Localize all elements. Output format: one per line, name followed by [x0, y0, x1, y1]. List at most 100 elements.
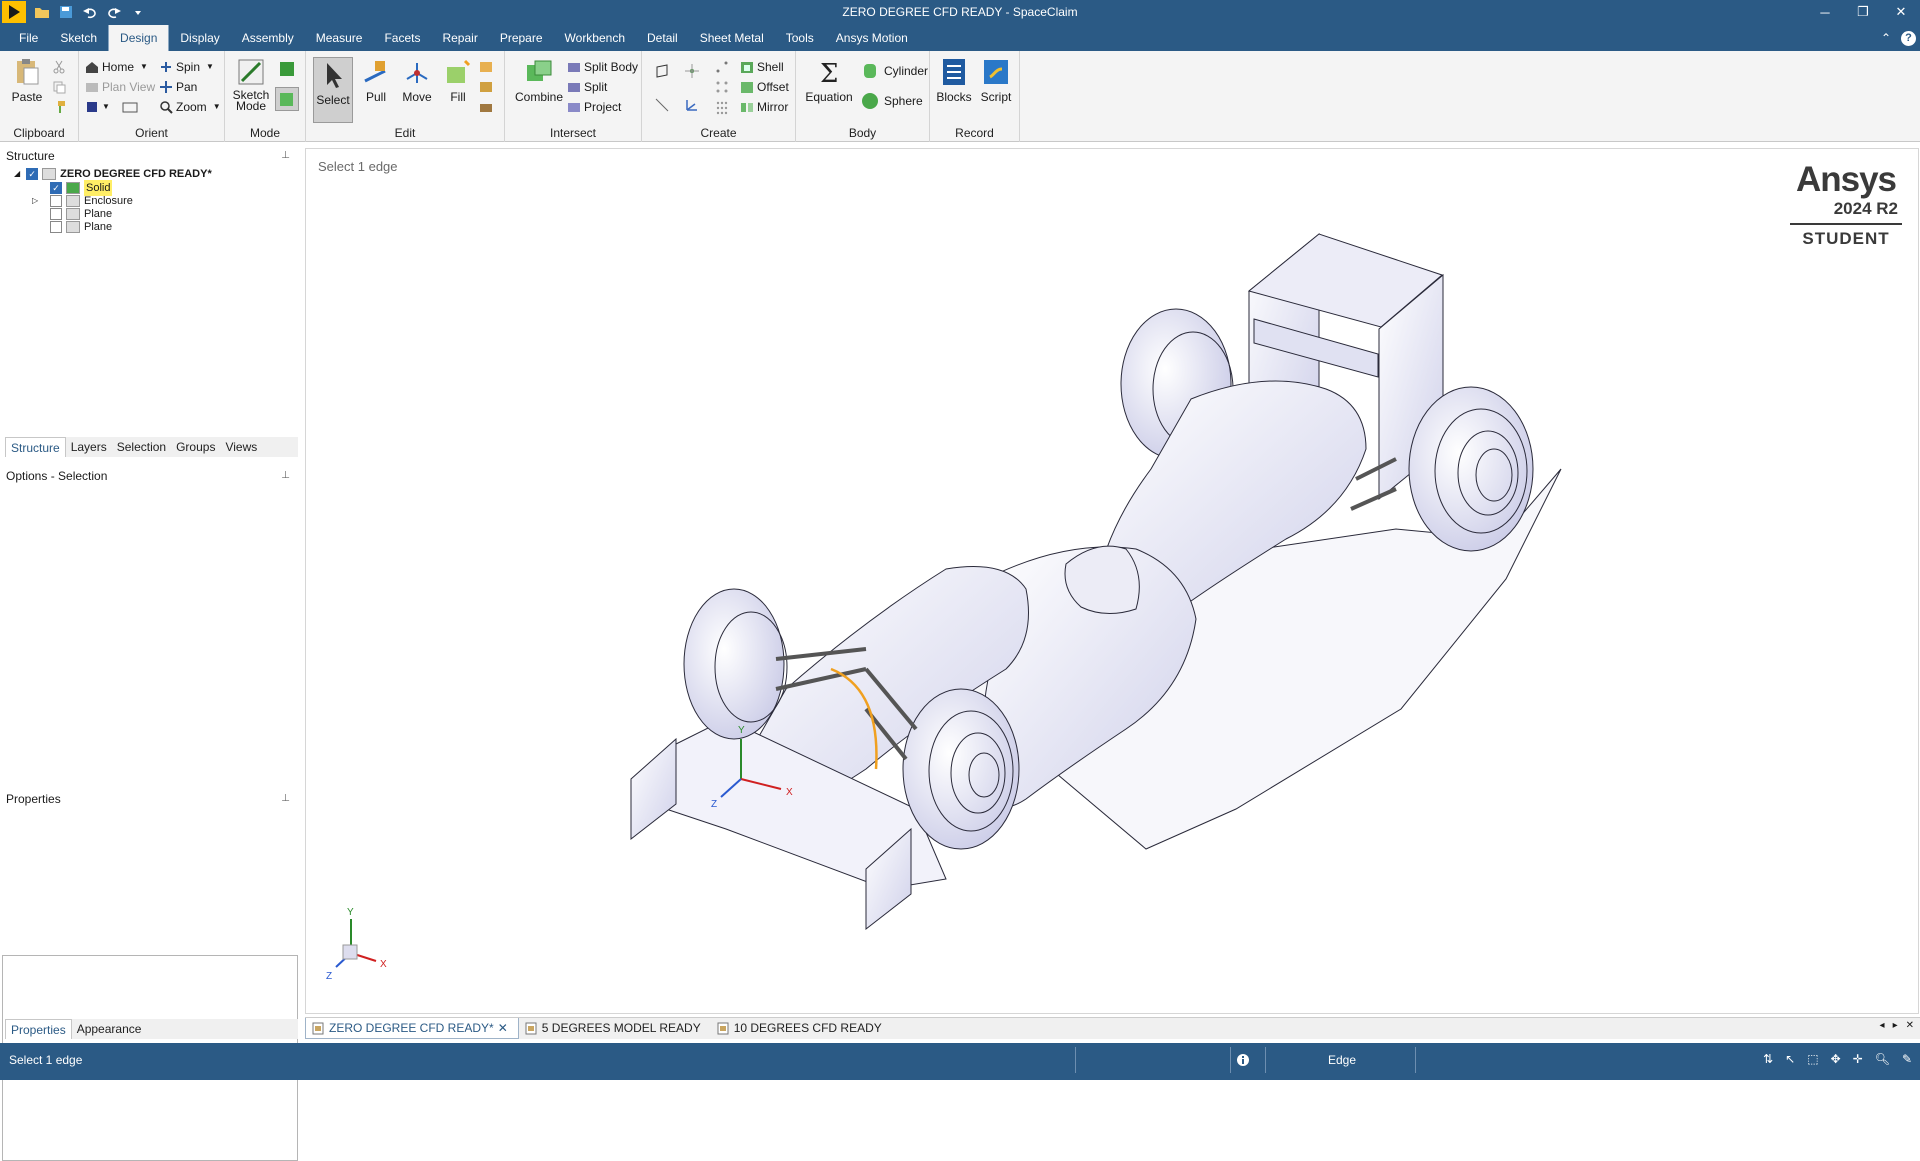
document-tab[interactable]: ZERO DEGREE CFD READY* ✕: [305, 1018, 519, 1039]
grid-pattern-icon[interactable]: [714, 97, 730, 117]
menu-tab-facets[interactable]: Facets: [373, 25, 431, 51]
sketch-mode-button[interactable]: Sketch Mode: [229, 55, 273, 115]
close-document-icon[interactable]: ✕: [1906, 1020, 1914, 1031]
pattern-tool-icon[interactable]: [714, 77, 730, 97]
zoom-status-icon[interactable]: 🔍︎: [1875, 1052, 1890, 1066]
blocks-button[interactable]: Blocks: [934, 55, 974, 115]
pin-icon[interactable]: ⊥: [281, 147, 290, 165]
plane-tool-icon[interactable]: [714, 57, 730, 77]
project-button[interactable]: Project: [567, 97, 621, 117]
menu-tab-sheet-metal[interactable]: Sheet Metal: [689, 25, 775, 51]
menu-tab-assembly[interactable]: Assembly: [231, 25, 305, 51]
offset-button[interactable]: Offset: [740, 77, 789, 97]
edit-tool-3-icon[interactable]: [478, 97, 494, 117]
collapse-arrow-icon[interactable]: ◢: [14, 166, 20, 182]
visibility-checkbox[interactable]: ✓: [26, 168, 39, 180]
f1-car-model[interactable]: Y X Z Y X Z: [306, 149, 1918, 1013]
menu-tab-display[interactable]: Display: [169, 25, 230, 51]
panel-tab-layers[interactable]: Layers: [66, 437, 112, 457]
tree-item[interactable]: Plane: [50, 219, 112, 235]
menu-tab-workbench[interactable]: Workbench: [554, 25, 636, 51]
help-icon[interactable]: ?: [1901, 30, 1916, 46]
panel-tab-groups[interactable]: Groups: [171, 437, 220, 457]
pan-status-icon[interactable]: ✛: [1853, 1052, 1863, 1066]
box-select-icon[interactable]: ⬚: [1807, 1052, 1818, 1066]
combine-button[interactable]: Combine: [509, 55, 569, 115]
pin-icon[interactable]: ⊥: [281, 790, 290, 808]
fill-button[interactable]: Fill: [436, 55, 480, 115]
close-tab-icon[interactable]: ✕: [498, 1018, 508, 1039]
zoom-button[interactable]: Zoom ▼: [159, 97, 221, 117]
menu-tab-prepare[interactable]: Prepare: [489, 25, 554, 51]
menu-tab-measure[interactable]: Measure: [305, 25, 374, 51]
view-orientation-triad[interactable]: Y X Z: [326, 907, 387, 982]
expand-arrow-icon[interactable]: ▷: [32, 193, 38, 209]
redo-icon[interactable]: [102, 1, 126, 23]
pull-button[interactable]: Pull: [354, 55, 398, 115]
open-icon[interactable]: [30, 1, 54, 23]
3d-mode-icon[interactable]: [275, 87, 299, 111]
select-cursor-icon[interactable]: ↖: [1785, 1052, 1795, 1066]
mirror-button[interactable]: Mirror: [740, 97, 788, 117]
panel-tab-selection[interactable]: Selection: [112, 437, 171, 457]
select-button[interactable]: Select: [313, 57, 353, 123]
customize-toolbar-icon[interactable]: [126, 1, 150, 23]
plan-view-button[interactable]: Plan View: [85, 77, 155, 97]
rectangle-tool-icon[interactable]: [654, 61, 670, 81]
tab-scroll-left-icon[interactable]: ◂: [1880, 1020, 1885, 1031]
line-tool-icon[interactable]: [654, 95, 670, 115]
view-cube-button[interactable]: ▼: [85, 97, 138, 117]
panel-tab-appearance[interactable]: Appearance: [72, 1019, 147, 1039]
shell-button[interactable]: Shell: [740, 57, 784, 77]
save-icon[interactable]: [54, 1, 78, 23]
spin-button[interactable]: Spin ▼: [159, 57, 214, 77]
document-tab[interactable]: 5 DEGREES MODEL READY: [519, 1018, 711, 1039]
paste-button[interactable]: Paste: [5, 55, 49, 115]
graphics-viewport[interactable]: Select 1 edge Ansys 2024 R2 STUDENT Y X …: [305, 148, 1919, 1014]
split-button[interactable]: Split: [567, 77, 607, 97]
undo-icon[interactable]: [78, 1, 102, 23]
axis-tool-icon[interactable]: [684, 95, 700, 115]
menu-tab-ansys-motion[interactable]: Ansys Motion: [825, 25, 919, 51]
section-mode-icon[interactable]: [277, 59, 297, 79]
document-tab[interactable]: 10 DEGREES CFD READY: [711, 1018, 892, 1039]
move-button[interactable]: Move: [395, 55, 439, 115]
select-filter-icon[interactable]: ⇅: [1763, 1052, 1773, 1066]
panel-tab-structure[interactable]: Structure: [5, 437, 66, 457]
menu-tab-sketch[interactable]: Sketch: [49, 25, 108, 51]
panel-tab-properties[interactable]: Properties: [5, 1019, 72, 1039]
script-button[interactable]: Script: [976, 55, 1016, 115]
edit-group-label: Edit: [394, 126, 416, 140]
pan-button[interactable]: Pan: [159, 77, 197, 97]
minimize-icon[interactable]: ─: [1806, 0, 1844, 24]
cylinder-button[interactable]: Cylinder: [860, 61, 928, 81]
menu-tab-tools[interactable]: Tools: [775, 25, 825, 51]
equation-button[interactable]: Σ Equation: [800, 55, 858, 115]
edit-tool-2-icon[interactable]: [478, 77, 494, 97]
cut-icon[interactable]: [52, 57, 66, 77]
menu-tab-repair[interactable]: Repair: [431, 25, 488, 51]
close-icon[interactable]: ✕: [1882, 0, 1920, 24]
tree-item[interactable]: ◢ ✓ ZERO DEGREE CFD READY*: [14, 166, 212, 182]
copy-icon[interactable]: [52, 77, 66, 97]
edit-tool-1-icon[interactable]: [478, 57, 494, 77]
tab-scroll-right-icon[interactable]: ▸: [1893, 1020, 1898, 1031]
collapse-ribbon-icon[interactable]: ⌃: [1881, 31, 1891, 45]
spin-status-icon[interactable]: ✥: [1831, 1052, 1841, 1066]
menu-tab-detail[interactable]: Detail: [636, 25, 689, 51]
selection-mode-label[interactable]: Edge: [1328, 1043, 1356, 1077]
format-painter-icon[interactable]: [52, 97, 66, 117]
panel-tab-views[interactable]: Views: [220, 437, 262, 457]
split-body-button[interactable]: Split Body: [567, 57, 638, 77]
pencil-icon[interactable]: ✎: [1902, 1052, 1912, 1066]
menu-tab-design[interactable]: Design: [108, 25, 170, 51]
menu-tab-file[interactable]: File: [8, 25, 49, 51]
sphere-button[interactable]: Sphere: [860, 91, 923, 111]
visibility-checkbox[interactable]: [50, 221, 62, 233]
pin-icon[interactable]: ⊥: [281, 467, 290, 485]
restore-icon[interactable]: ❐: [1844, 0, 1882, 24]
point-tool-icon[interactable]: [684, 61, 700, 81]
info-icon[interactable]: [1236, 1053, 1250, 1070]
app-logo-icon[interactable]: [2, 1, 26, 23]
home-button[interactable]: Home ▼: [85, 57, 148, 77]
